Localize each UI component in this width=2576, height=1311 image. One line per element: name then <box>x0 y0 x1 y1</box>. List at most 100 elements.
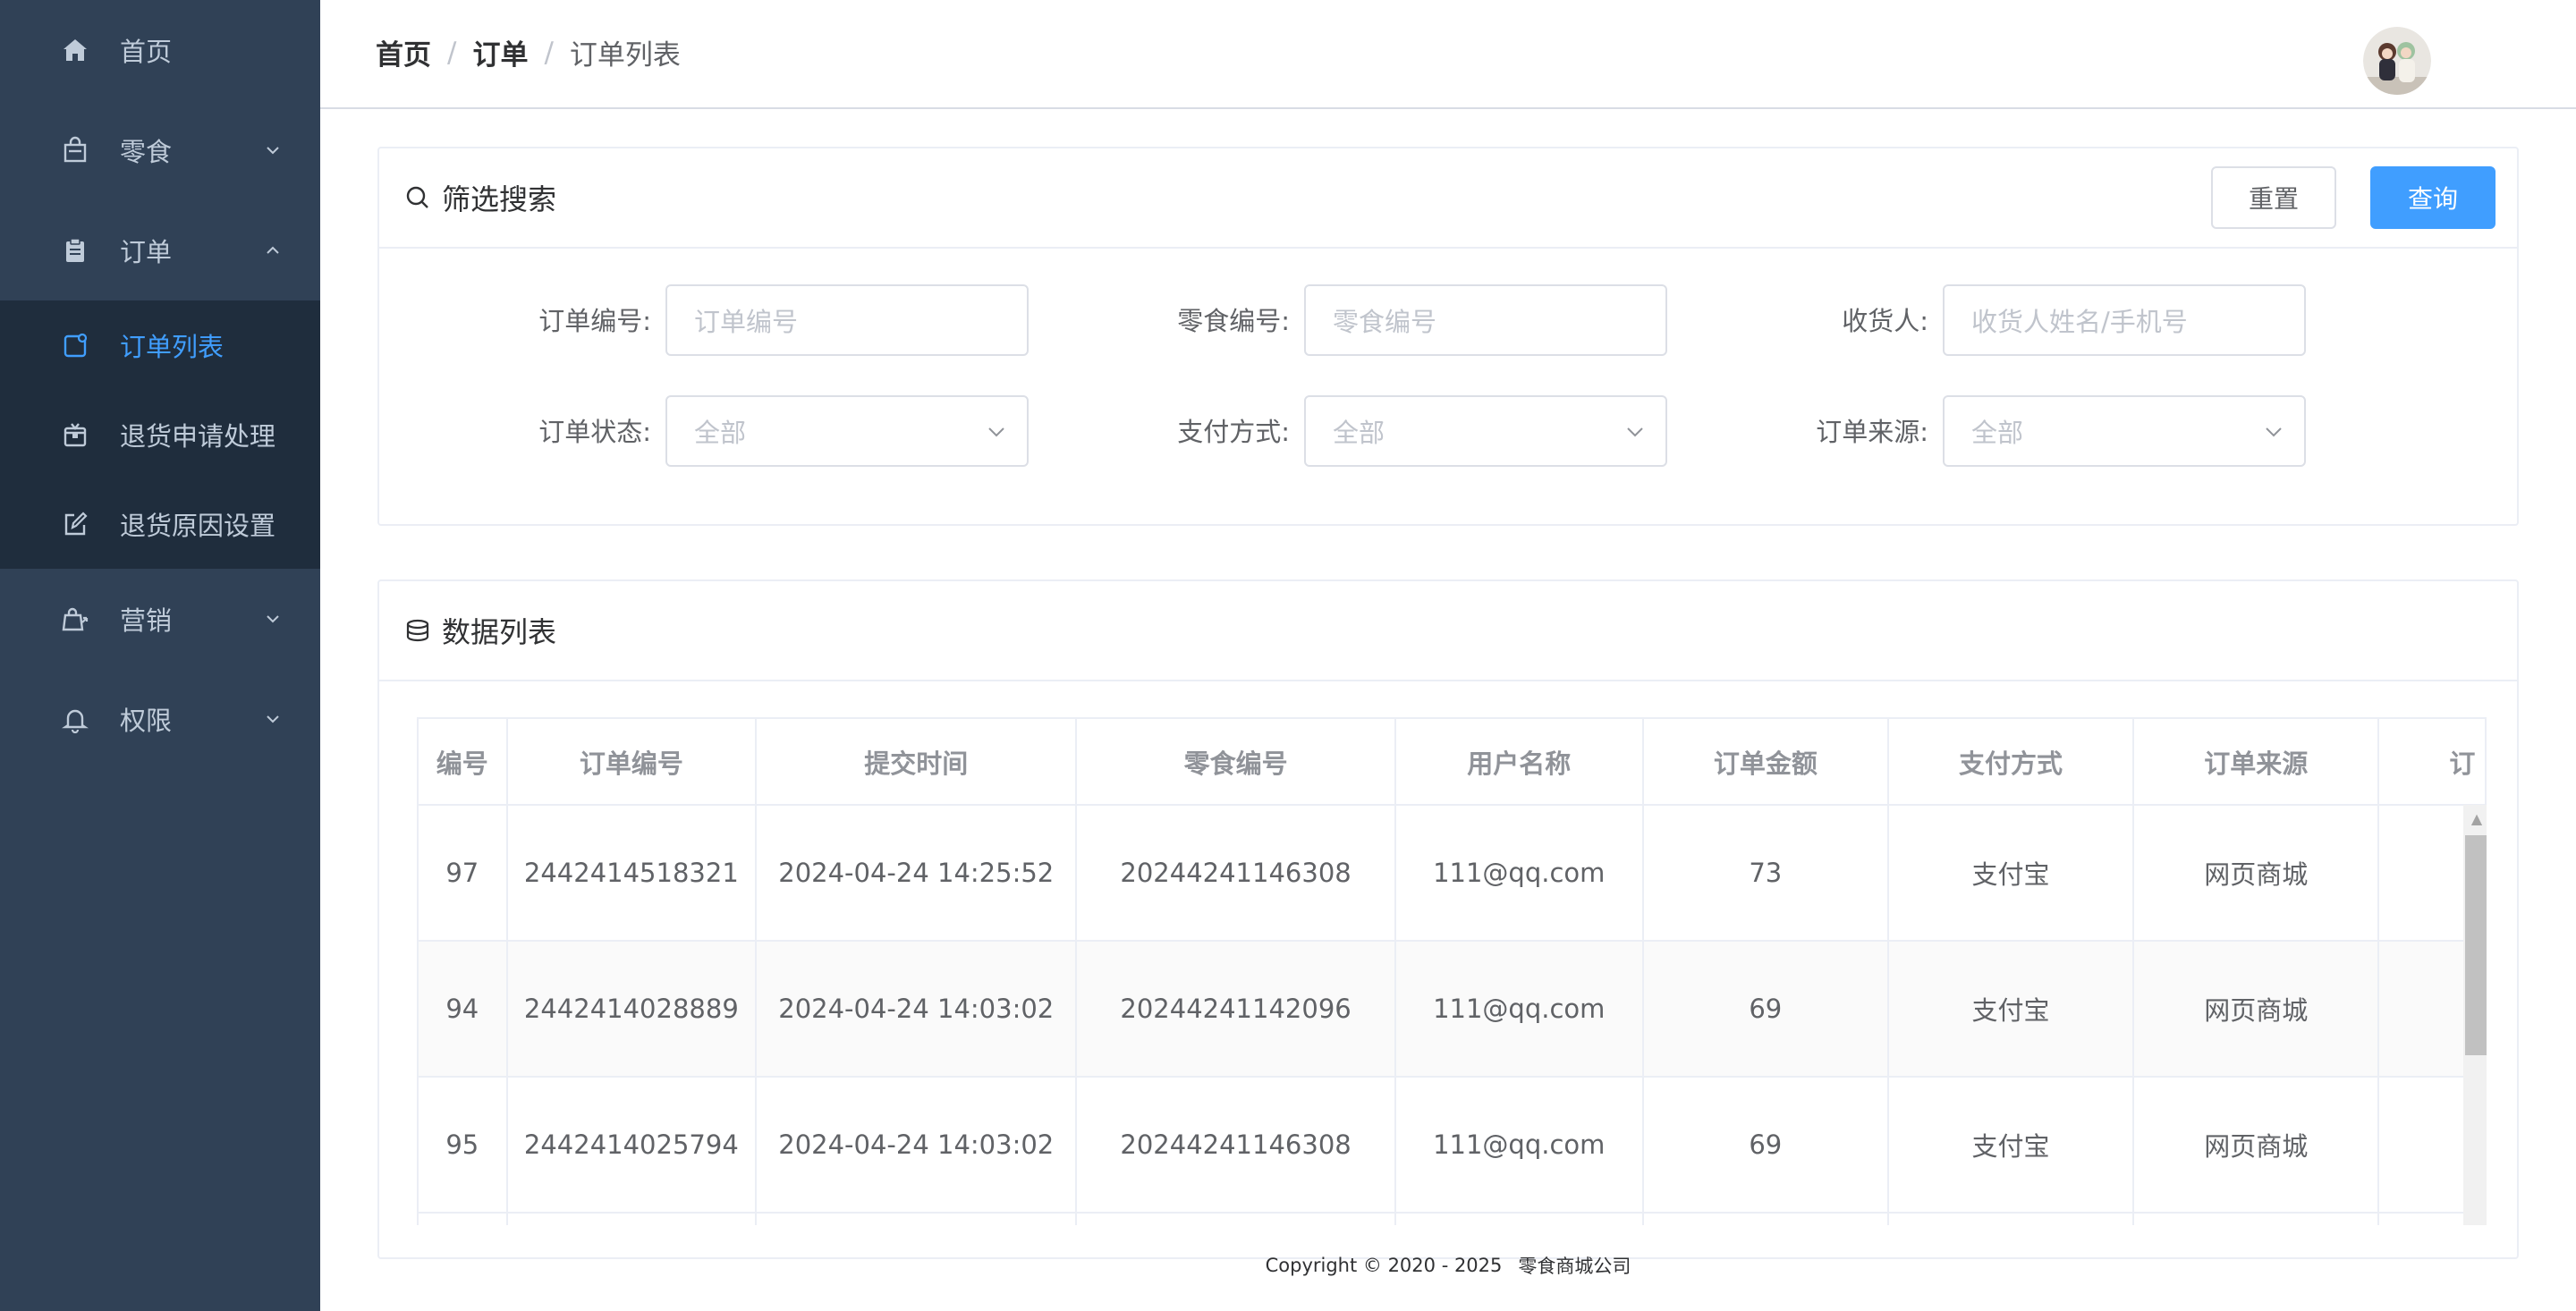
chevron-down-icon <box>1624 420 1646 442</box>
column-header[interactable]: 用户名称 <box>1394 719 1644 806</box>
column-header[interactable]: 编号 <box>419 719 508 806</box>
sidebar-item-permissions[interactable]: 权限 <box>0 669 320 769</box>
sidebar-item-return-requests[interactable]: 退货申请处理 <box>0 390 320 479</box>
sidebar-item-label: 退货申请处理 <box>120 421 276 452</box>
table-header-row: 编号 订单编号 提交时间 零食编号 用户名称 订单金额 支付方式 订单来源 订 <box>419 719 2487 806</box>
table-row[interactable]: 97 2442414518321 2024-04-24 14:25:52 202… <box>419 805 2487 942</box>
order-source-label: 订单来源: <box>1816 417 1928 447</box>
table-cell: 2024-04-24 14:25:52 <box>756 805 1078 942</box>
footer-copyright: Copyright © 2020 - 2025 <box>1265 1255 1503 1276</box>
clipboard-icon <box>59 234 91 266</box>
order-source-value: 全部 <box>1971 418 2024 448</box>
table-cell: 95 <box>419 1077 508 1214</box>
table-cell: 69 <box>1642 941 1889 1078</box>
table-cell: 111@qq.com <box>1394 1077 1644 1214</box>
orders-submenu: 订单列表 退货申请处理 退货原因设置 <box>0 300 320 569</box>
column-header[interactable]: 订单编号 <box>506 719 758 806</box>
order-source-select[interactable]: 全部 <box>1943 395 2306 467</box>
column-header[interactable]: 支付方式 <box>1887 719 2135 806</box>
filter-card: 筛选搜索 重置 查询 订单编号: 订单编号 零食编号: 零食编号 收货人: 收货… <box>377 147 2519 526</box>
query-button[interactable]: 查询 <box>2370 166 2496 229</box>
bell-icon <box>59 703 91 735</box>
breadcrumb-separator: / <box>544 36 554 69</box>
table-row[interactable]: 95 2442414025794 2024-04-24 14:03:02 202… <box>419 1077 2487 1214</box>
chevron-down-icon <box>263 140 283 160</box>
datalist-card: 数据列表 编号 订单编号 提交时间 零食编号 用户名称 订单金额 支付方式 订单… <box>377 579 2519 1259</box>
column-header[interactable]: 订单金额 <box>1642 719 1889 806</box>
sidebar-item-label: 订单列表 <box>120 332 225 362</box>
table-cell: 网页商城 <box>2133 941 2380 1078</box>
column-header[interactable]: 零食编号 <box>1076 719 1396 806</box>
snack-no-input[interactable]: 零食编号 <box>1304 284 1667 356</box>
breadcrumb-orders[interactable]: 订单 <box>472 32 528 72</box>
order-table: 编号 订单编号 提交时间 零食编号 用户名称 订单金额 支付方式 订单来源 订 <box>419 719 2487 1225</box>
receiver-input[interactable]: 收货人姓名/手机号 <box>1943 284 2306 356</box>
table-cell: 111@qq.com <box>1394 805 1644 942</box>
main-content: 筛选搜索 重置 查询 订单编号: 订单编号 零食编号: 零食编号 收货人: 收货… <box>320 111 2576 1259</box>
table-cell: 2024-04-24 14:03:02 <box>756 941 1078 1078</box>
table-cell: 111@qq.com <box>1394 941 1644 1078</box>
sidebar-item-orders[interactable]: 订单 <box>0 200 320 300</box>
datalist-card-header: 数据列表 <box>379 581 2517 681</box>
table-cell: 网页商城 <box>2133 1077 2380 1214</box>
sidebar-item-label: 首页 <box>120 37 173 67</box>
breadcrumb-separator: / <box>447 36 457 69</box>
search-icon <box>404 184 431 211</box>
sidebar-item-label: 退货原因设置 <box>120 511 276 541</box>
sidebar-item-label: 权限 <box>120 706 173 736</box>
pay-method-label: 支付方式: <box>1177 417 1290 447</box>
table-cell: 网页商城 <box>2133 805 2380 942</box>
chevron-up-icon <box>263 241 283 260</box>
receiver-placeholder: 收货人姓名/手机号 <box>1971 307 2188 337</box>
bag-icon <box>59 134 91 166</box>
receiver-label: 收货人: <box>1842 306 1928 336</box>
table-cell: 支付宝 <box>1887 941 2135 1078</box>
snack-no-label: 零食编号: <box>1177 306 1290 336</box>
sidebar-item-label: 订单 <box>120 237 173 267</box>
database-icon <box>404 617 431 644</box>
footer-company: 零食商城公司 <box>1518 1256 1631 1277</box>
footer: Copyright © 2020 - 2025 零食商城公司 <box>320 1220 2576 1311</box>
table-cell: 2024-04-24 14:03:02 <box>756 1077 1078 1214</box>
avatar[interactable] <box>2363 27 2431 95</box>
sidebar-item-snacks[interactable]: 零食 <box>0 100 320 200</box>
sidebar-item-home[interactable]: 首页 <box>0 0 320 100</box>
breadcrumb: 首页 / 订单 / 订单列表 <box>376 32 681 72</box>
home-icon <box>59 34 91 66</box>
app-root: 首页 零食 订单 订单列表 退货申请处理 退货原因设置 营销 权限 首页 / 订… <box>0 0 2576 1311</box>
sidebar-item-marketing[interactable]: 营销 <box>0 569 320 669</box>
sidebar-item-label: 营销 <box>120 605 173 636</box>
sidebar-item-return-reasons[interactable]: 退货原因设置 <box>0 479 320 569</box>
breadcrumb-home[interactable]: 首页 <box>376 32 431 72</box>
sidebar-item-order-list[interactable]: 订单列表 <box>0 300 320 390</box>
filter-card-header: 筛选搜索 <box>379 148 2517 249</box>
top-header: 首页 / 订单 / 订单列表 <box>320 0 2576 109</box>
table-cell: 20244241146308 <box>1076 805 1396 942</box>
table-cell: 2442414025794 <box>506 1077 758 1214</box>
chevron-down-icon <box>263 709 283 729</box>
column-header[interactable]: 提交时间 <box>756 719 1078 806</box>
sidebar-item-label: 零食 <box>120 137 173 167</box>
column-header[interactable]: 订 <box>2378 719 2487 806</box>
column-header[interactable]: 订单来源 <box>2133 719 2380 806</box>
sidebar: 首页 零食 订单 订单列表 退货申请处理 退货原因设置 营销 权限 <box>0 0 320 1311</box>
return-box-icon <box>59 419 91 451</box>
order-no-label: 订单编号: <box>538 306 651 336</box>
pay-method-select[interactable]: 全部 <box>1304 395 1667 467</box>
scrollbar-thumb[interactable] <box>2465 835 2487 1055</box>
filter-title: 筛选搜索 <box>442 182 557 216</box>
table-cell: 97 <box>419 805 508 942</box>
table-cell: 支付宝 <box>1887 805 2135 942</box>
table-cell: 73 <box>1642 805 1889 942</box>
edit-icon <box>59 508 91 540</box>
snack-no-placeholder: 零食编号 <box>1333 307 1437 337</box>
order-no-placeholder: 订单编号 <box>694 307 799 337</box>
table-row[interactable]: 94 2442414028889 2024-04-24 14:03:02 202… <box>419 941 2487 1078</box>
table-vertical-scrollbar[interactable]: ▲ <box>2463 805 2487 1225</box>
pay-method-value: 全部 <box>1333 418 1385 448</box>
table-cell: 20244241142096 <box>1076 941 1396 1078</box>
order-status-select[interactable]: 全部 <box>665 395 1029 467</box>
reset-button[interactable]: 重置 <box>2211 166 2336 229</box>
scroll-up-arrow-icon[interactable]: ▲ <box>2463 805 2487 832</box>
order-no-input[interactable]: 订单编号 <box>665 284 1029 356</box>
